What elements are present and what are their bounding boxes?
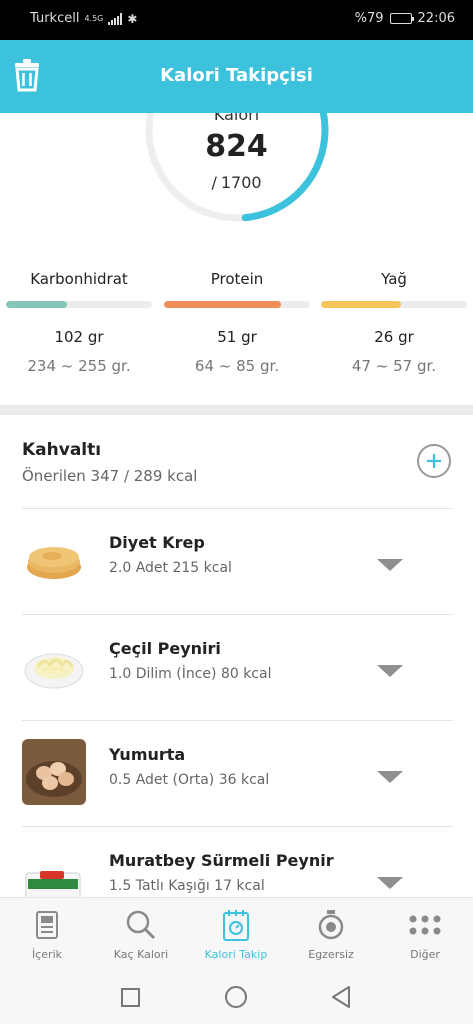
- macro-range: 47 ~ 57 gr.: [351, 357, 437, 375]
- calorie-goal: /1700: [211, 173, 262, 192]
- macro-amount: 26 gr: [374, 328, 414, 346]
- more-icon: [378, 906, 472, 944]
- carrier-label: Turkcell: [30, 11, 80, 26]
- status-bar: Turkcell 4.5G ✱ %79 22:06: [0, 0, 473, 40]
- app-header: Kalori Takipçisi: [0, 40, 473, 113]
- food-detail: 0.5 Adet (Orta) 36 kcal: [109, 772, 270, 788]
- expand-caret-icon[interactable]: [377, 771, 403, 783]
- system-navigation-bar: [0, 972, 473, 1024]
- macro-range: 234 ~ 255 gr.: [27, 357, 131, 375]
- calorie-label: Kalori: [213, 113, 260, 124]
- food-name: Diyet Krep: [109, 533, 205, 552]
- calorie-goal-value: 1700: [220, 173, 262, 192]
- calendar-icon: [189, 906, 283, 944]
- signal-icon: [108, 12, 123, 25]
- document-icon: [0, 906, 94, 944]
- food-thumbnail: [22, 739, 86, 805]
- tab-icerik[interactable]: İçerik: [0, 906, 94, 961]
- tab-kalori-takip[interactable]: Kalori Takip: [189, 906, 283, 961]
- macro-protein: Protein 51 gr 64 ~ 85 gr.: [164, 270, 310, 375]
- back-icon[interactable]: [332, 986, 350, 1008]
- food-thumbnail: [22, 633, 86, 699]
- bluetooth-icon: ✱: [127, 11, 138, 26]
- expand-caret-icon[interactable]: [377, 559, 403, 571]
- macro-range: 64 ~ 85 gr.: [194, 357, 280, 375]
- section-divider: [0, 405, 473, 415]
- bottom-navigation: İçerik Kaç Kalori Kalori Takip Egzersiz …: [0, 897, 473, 972]
- tab-label: Diğer: [410, 948, 440, 961]
- home-icon[interactable]: [225, 986, 247, 1008]
- tab-label: İçerik: [31, 948, 62, 961]
- list-item[interactable]: Yumurta 0.5 Adet (Orta) 36 kcal: [22, 720, 453, 826]
- tab-label: Kaç Kalori: [113, 948, 169, 961]
- food-name: Muratbey Sürmeli Peynir: [109, 851, 334, 870]
- food-detail: 2.0 Adet 215 kcal: [109, 560, 232, 576]
- macro-name: Karbonhidrat: [30, 270, 128, 288]
- battery-label: %79: [354, 11, 384, 26]
- plus-icon: [427, 454, 441, 468]
- macro-bar: [6, 301, 152, 308]
- page-title: Kalori Takipçisi: [160, 65, 313, 86]
- list-item[interactable]: Diyet Krep 2.0 Adet 215 kcal: [22, 508, 453, 614]
- macro-bar: [164, 301, 310, 308]
- food-name: Yumurta: [109, 745, 186, 764]
- food-detail: 1.5 Tatlı Kaşığı 17 kcal: [109, 878, 265, 894]
- recent-apps-icon[interactable]: [121, 988, 140, 1007]
- food-detail: 1.0 Dilim (İnce) 80 kcal: [109, 666, 272, 682]
- meal-title: Kahvaltı: [22, 440, 102, 460]
- macro-amount: 102 gr: [54, 328, 104, 346]
- list-item[interactable]: Çeçil Peyniri 1.0 Dilim (İnce) 80 kcal: [22, 614, 453, 720]
- network-label: 4.5G: [84, 14, 104, 23]
- tab-diger[interactable]: Diğer: [378, 906, 472, 961]
- expand-caret-icon[interactable]: [377, 665, 403, 677]
- expand-caret-icon[interactable]: [377, 877, 403, 889]
- calorie-ring: Kalori 824 /1700: [0, 113, 473, 253]
- macro-carbs: Karbonhidrat 102 gr 234 ~ 255 gr.: [6, 270, 152, 375]
- meal-subtitle: Önerilen 347 / 289 kcal: [22, 467, 198, 485]
- macro-amount: 51 gr: [217, 328, 257, 346]
- macro-name: Protein: [210, 270, 264, 288]
- macro-bar: [321, 301, 467, 308]
- tab-label: Kalori Takip: [204, 948, 268, 961]
- meal-header: Kahvaltı Önerilen 347 / 289 kcal: [22, 440, 453, 485]
- food-list: Diyet Krep 2.0 Adet 215 kcal Çeçil Peyni…: [0, 508, 473, 932]
- clock: 22:06: [417, 11, 455, 26]
- add-food-button[interactable]: [417, 444, 451, 478]
- calorie-value: 824: [205, 129, 268, 164]
- macro-fat: Yağ 26 gr 47 ~ 57 gr.: [321, 270, 467, 375]
- tab-egzersiz[interactable]: Egzersiz: [284, 906, 378, 961]
- macro-name: Yağ: [381, 270, 407, 288]
- stopwatch-icon: [284, 906, 378, 944]
- food-thumbnail: [22, 527, 86, 593]
- tab-kac-kalori[interactable]: Kaç Kalori: [94, 906, 188, 961]
- macro-summary: Karbonhidrat 102 gr 234 ~ 255 gr. Protei…: [0, 270, 473, 395]
- battery-icon: [389, 13, 414, 24]
- food-name: Çeçil Peyniri: [109, 639, 221, 658]
- tab-label: Egzersiz: [308, 948, 354, 961]
- search-icon: [94, 906, 188, 944]
